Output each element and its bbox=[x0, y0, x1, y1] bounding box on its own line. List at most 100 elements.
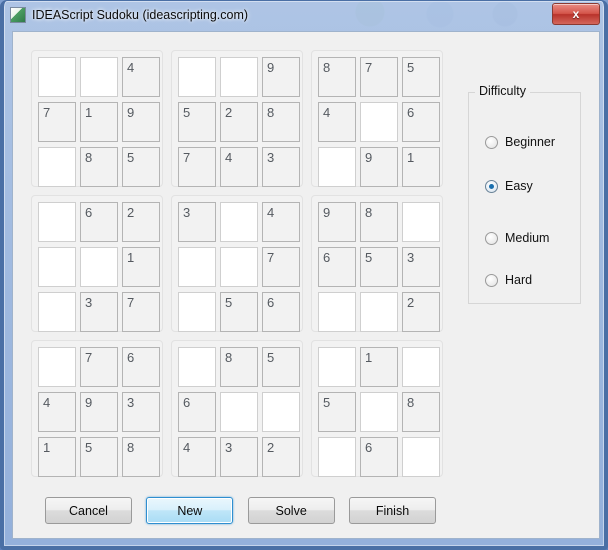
radio-button-icon[interactable] bbox=[485, 273, 498, 287]
solve-button[interactable]: Solve bbox=[247, 497, 335, 524]
sudoku-cell-filled[interactable]: 7 bbox=[360, 57, 398, 97]
sudoku-cell-empty[interactable] bbox=[80, 57, 118, 97]
sudoku-cell-empty[interactable] bbox=[38, 147, 76, 187]
sudoku-cell-empty[interactable] bbox=[318, 437, 356, 477]
sudoku-cell-filled[interactable]: 5 bbox=[402, 57, 440, 97]
sudoku-cell-filled[interactable]: 4 bbox=[318, 102, 356, 142]
sudoku-cell-empty[interactable] bbox=[360, 102, 398, 142]
sudoku-cell-filled[interactable]: 2 bbox=[220, 102, 258, 142]
sudoku-cell-filled[interactable]: 6 bbox=[318, 247, 356, 287]
sudoku-cell-filled[interactable]: 1 bbox=[80, 102, 118, 142]
radio-medium[interactable]: Medium bbox=[485, 231, 549, 245]
radio-beginner[interactable]: Beginner bbox=[485, 135, 555, 149]
radio-button-icon[interactable] bbox=[485, 231, 498, 245]
sudoku-cell-filled[interactable]: 5 bbox=[220, 292, 258, 332]
sudoku-cell-empty[interactable] bbox=[360, 292, 398, 332]
sudoku-cell-filled[interactable]: 1 bbox=[402, 147, 440, 187]
sudoku-cell-filled[interactable]: 4 bbox=[38, 392, 76, 432]
sudoku-cell-filled[interactable]: 9 bbox=[318, 202, 356, 242]
sudoku-cell-filled[interactable]: 3 bbox=[80, 292, 118, 332]
sudoku-cell-filled[interactable]: 4 bbox=[178, 437, 216, 477]
sudoku-cell-empty[interactable] bbox=[318, 147, 356, 187]
block-top-center: 9 528 743 bbox=[171, 50, 303, 187]
sudoku-cell-filled[interactable]: 5 bbox=[262, 347, 300, 387]
sudoku-cell-filled[interactable]: 9 bbox=[122, 102, 160, 142]
sudoku-cell-filled[interactable]: 2 bbox=[262, 437, 300, 477]
radio-hard[interactable]: Hard bbox=[485, 273, 532, 287]
title-bar[interactable]: IDEAScript Sudoku (ideascripting.com) x bbox=[4, 1, 604, 29]
sudoku-cell-filled[interactable]: 3 bbox=[262, 147, 300, 187]
block-middle-left: 62 137 bbox=[31, 195, 163, 332]
sudoku-cell-empty[interactable] bbox=[178, 347, 216, 387]
block-bottom-left: 76 493 158 bbox=[31, 340, 163, 477]
sudoku-cell-empty[interactable] bbox=[38, 347, 76, 387]
sudoku-cell-filled[interactable]: 3 bbox=[220, 437, 258, 477]
sudoku-cell-filled[interactable]: 9 bbox=[80, 392, 118, 432]
sudoku-cell-filled[interactable]: 2 bbox=[402, 292, 440, 332]
sudoku-cell-filled[interactable]: 7 bbox=[122, 292, 160, 332]
sudoku-cell-filled[interactable]: 3 bbox=[402, 247, 440, 287]
sudoku-cell-empty[interactable] bbox=[220, 57, 258, 97]
sudoku-cell-empty[interactable] bbox=[402, 437, 440, 477]
new-button[interactable]: New bbox=[146, 497, 234, 524]
sudoku-cell-filled[interactable]: 9 bbox=[360, 147, 398, 187]
sudoku-cell-filled[interactable]: 7 bbox=[38, 102, 76, 142]
sudoku-cell-filled[interactable]: 6 bbox=[178, 392, 216, 432]
sudoku-cell-empty[interactable] bbox=[220, 202, 258, 242]
sudoku-cell-empty[interactable] bbox=[360, 392, 398, 432]
sudoku-cell-filled[interactable]: 5 bbox=[178, 102, 216, 142]
sudoku-cell-filled[interactable]: 8 bbox=[80, 147, 118, 187]
sudoku-cell-filled[interactable]: 4 bbox=[220, 147, 258, 187]
sudoku-cell-empty[interactable] bbox=[178, 57, 216, 97]
sudoku-cell-filled[interactable]: 5 bbox=[318, 392, 356, 432]
close-icon[interactable]: x bbox=[552, 3, 600, 25]
finish-button[interactable]: Finish bbox=[348, 497, 436, 524]
sudoku-cell-empty[interactable] bbox=[38, 247, 76, 287]
radio-button-icon[interactable] bbox=[485, 135, 498, 149]
sudoku-cell-filled[interactable]: 7 bbox=[178, 147, 216, 187]
sudoku-cell-filled[interactable]: 5 bbox=[122, 147, 160, 187]
sudoku-cell-filled[interactable]: 3 bbox=[122, 392, 160, 432]
sudoku-cell-filled[interactable]: 8 bbox=[122, 437, 160, 477]
sudoku-cell-filled[interactable]: 7 bbox=[262, 247, 300, 287]
sudoku-cell-empty[interactable] bbox=[38, 202, 76, 242]
sudoku-cell-empty[interactable] bbox=[220, 392, 258, 432]
sudoku-cell-filled[interactable]: 3 bbox=[178, 202, 216, 242]
sudoku-cell-filled[interactable]: 8 bbox=[262, 102, 300, 142]
sudoku-cell-filled[interactable]: 8 bbox=[220, 347, 258, 387]
sudoku-cell-empty[interactable] bbox=[80, 247, 118, 287]
sudoku-cell-filled[interactable]: 5 bbox=[360, 247, 398, 287]
sudoku-cell-filled[interactable]: 6 bbox=[80, 202, 118, 242]
sudoku-cell-empty[interactable] bbox=[318, 292, 356, 332]
sudoku-cell-filled[interactable]: 1 bbox=[360, 347, 398, 387]
radio-button-icon[interactable] bbox=[485, 179, 498, 193]
sudoku-cell-empty[interactable] bbox=[178, 292, 216, 332]
sudoku-cell-filled[interactable]: 6 bbox=[262, 292, 300, 332]
sudoku-cell-filled[interactable]: 6 bbox=[402, 102, 440, 142]
sudoku-cell-filled[interactable]: 1 bbox=[38, 437, 76, 477]
sudoku-cell-filled[interactable]: 6 bbox=[360, 437, 398, 477]
sudoku-cell-filled[interactable]: 2 bbox=[122, 202, 160, 242]
sudoku-cell-filled[interactable]: 8 bbox=[402, 392, 440, 432]
sudoku-cell-empty[interactable] bbox=[38, 292, 76, 332]
sudoku-cell-filled[interactable]: 8 bbox=[360, 202, 398, 242]
dialog-button-bar: Cancel New Solve Finish bbox=[13, 497, 468, 524]
sudoku-cell-empty[interactable] bbox=[318, 347, 356, 387]
sudoku-cell-filled[interactable]: 1 bbox=[122, 247, 160, 287]
radio-label: Beginner bbox=[505, 135, 556, 149]
sudoku-cell-empty[interactable] bbox=[262, 392, 300, 432]
sudoku-cell-empty[interactable] bbox=[38, 57, 76, 97]
sudoku-cell-filled[interactable]: 9 bbox=[262, 57, 300, 97]
sudoku-cell-filled[interactable]: 8 bbox=[318, 57, 356, 97]
sudoku-cell-filled[interactable]: 7 bbox=[80, 347, 118, 387]
sudoku-cell-filled[interactable]: 4 bbox=[122, 57, 160, 97]
sudoku-cell-empty[interactable] bbox=[220, 247, 258, 287]
cancel-button[interactable]: Cancel bbox=[45, 497, 132, 524]
sudoku-cell-empty[interactable] bbox=[402, 347, 440, 387]
sudoku-cell-filled[interactable]: 4 bbox=[262, 202, 300, 242]
sudoku-cell-filled[interactable]: 5 bbox=[80, 437, 118, 477]
sudoku-cell-empty[interactable] bbox=[402, 202, 440, 242]
radio-easy[interactable]: Easy bbox=[485, 179, 533, 193]
sudoku-cell-empty[interactable] bbox=[178, 247, 216, 287]
sudoku-cell-filled[interactable]: 6 bbox=[122, 347, 160, 387]
